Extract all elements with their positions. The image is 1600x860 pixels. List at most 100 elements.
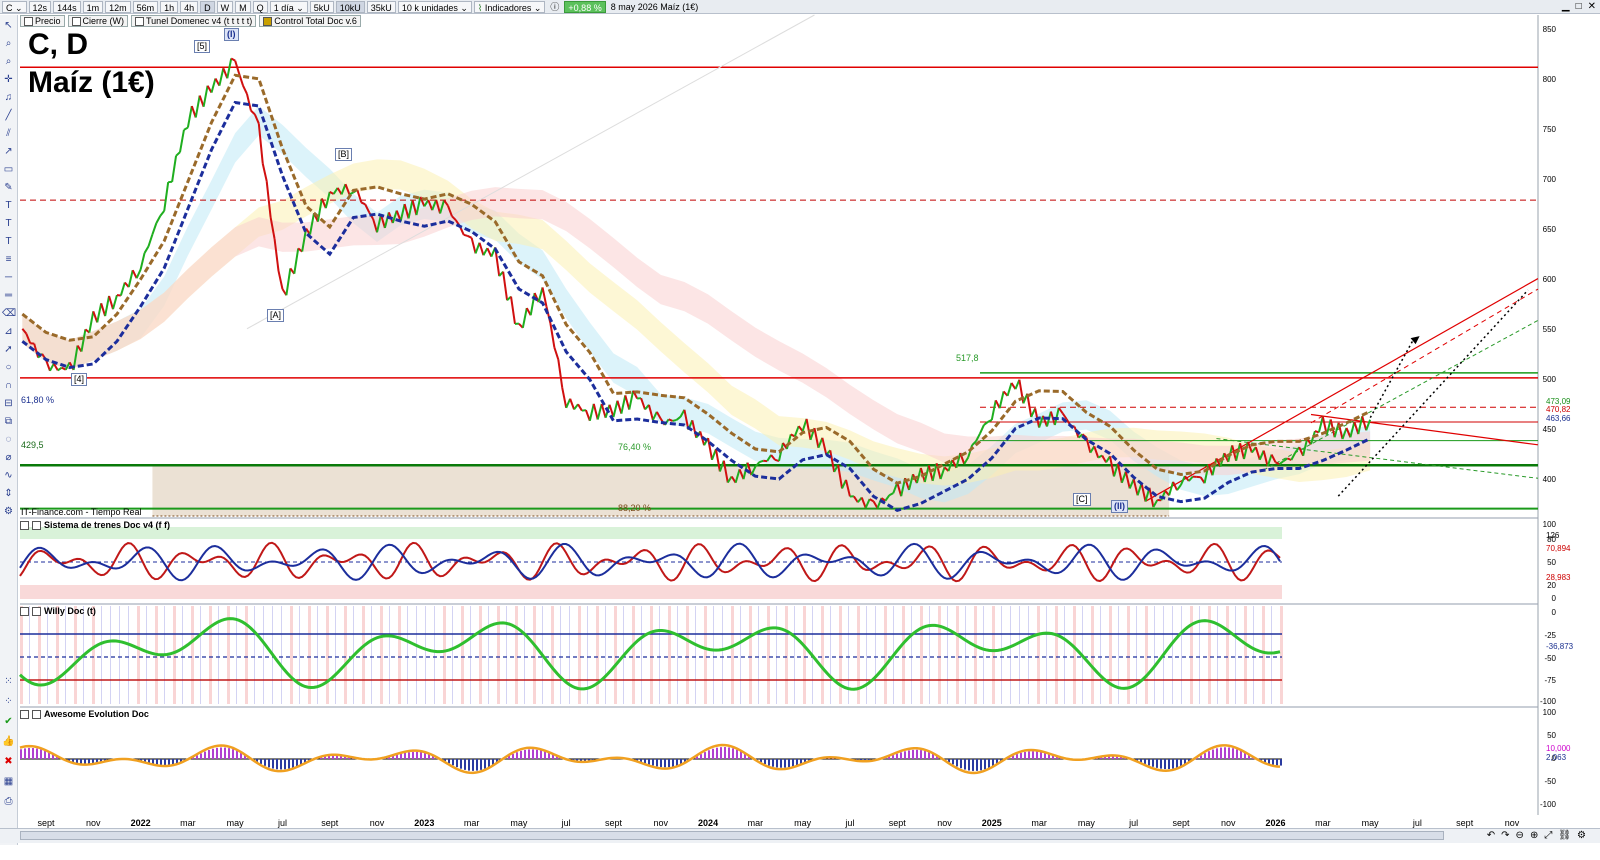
willy-bar [920, 606, 923, 704]
awesome-bar [448, 759, 450, 764]
bottom-tools: ↶ ↷ ⊖ ⊕ ⤢ ⛓ ⚙ [1487, 829, 1586, 842]
willy-bar [668, 606, 671, 704]
wave-label-4: [4] [71, 373, 88, 386]
price-tick: 400 [1542, 475, 1556, 484]
awesome-bar [416, 751, 418, 759]
awesome-bar [20, 749, 22, 759]
willy-bar [308, 606, 311, 704]
willy-bar [146, 606, 147, 704]
trains-tag: 70,894 [1546, 544, 1571, 553]
awesome-bar [1020, 752, 1022, 759]
redo-icon[interactable]: ↷ [1501, 829, 1509, 842]
awesome-bar [1232, 748, 1234, 759]
date-tick: sept [1456, 818, 1474, 828]
awesome-bar [1160, 759, 1162, 769]
price-segment [246, 93, 252, 111]
awesome-bar [904, 751, 906, 759]
awesome-bar [1036, 751, 1038, 759]
willy-bar [245, 606, 248, 704]
willy-bar [461, 606, 464, 704]
willy-bar [1181, 606, 1182, 704]
willy-bar [398, 606, 401, 704]
willy-bar [452, 606, 453, 704]
willy-bar [1046, 606, 1047, 704]
awesome-bar [1268, 759, 1270, 764]
close-pane-icon[interactable] [20, 520, 29, 530]
channel-mid-dash [1310, 288, 1539, 424]
awesome-bar [24, 748, 26, 759]
awesome-bar [220, 747, 222, 759]
willy-bar [1172, 606, 1173, 704]
awesome-bar [84, 759, 86, 764]
willy-bar [389, 606, 390, 704]
date-tick: sept [321, 818, 339, 828]
date-tick: jul [845, 818, 855, 828]
zoom-out-icon[interactable]: ⊖ [1516, 829, 1524, 842]
checkbox-icon [32, 520, 41, 530]
willy-bar [1055, 606, 1058, 704]
chart-title-symbol: C, D [28, 28, 88, 61]
willy-bar [20, 606, 23, 704]
pane-title-willy[interactable]: Willy Doc (t) [20, 606, 96, 616]
willy-bar [983, 606, 984, 704]
willy-bar [317, 606, 318, 704]
undo-icon[interactable]: ↶ [1487, 829, 1495, 842]
willy-bar [731, 606, 734, 704]
awesome-bar [1148, 759, 1150, 766]
willy-bar [1064, 606, 1065, 704]
awesome-bar [292, 759, 294, 768]
price-chart[interactable] [0, 0, 1600, 860]
willy-bar [74, 606, 77, 704]
price-tick: 700 [1542, 175, 1556, 184]
awesome-bar [424, 752, 426, 759]
fib-88-label: 88,20 % [618, 503, 652, 513]
pane-title-trains[interactable]: Sistema de trenes Doc v4 (f f) [20, 520, 170, 530]
awesome-bar [268, 759, 270, 768]
willy-bar [1235, 606, 1236, 704]
willy-bar [974, 606, 977, 704]
close-pane-icon[interactable] [20, 606, 29, 616]
awesome-bar [1228, 747, 1230, 759]
trains-tag: 126 [1546, 531, 1560, 540]
awesome-bar [28, 747, 30, 759]
awesome-bar [412, 751, 414, 759]
price-segment [131, 269, 138, 279]
date-tick: jul [561, 818, 571, 828]
awesome-bar [480, 759, 482, 770]
price-segment [1317, 416, 1324, 433]
awesome-bar [168, 759, 170, 765]
close-pane-icon[interactable] [20, 709, 29, 719]
willy-bar [659, 606, 660, 704]
willy-bar [794, 606, 795, 704]
date-tick: may [510, 818, 528, 828]
awesome-bar [488, 759, 490, 768]
willy-bar [1253, 606, 1254, 704]
chart-settings-icon[interactable]: ⚙ [1577, 829, 1586, 842]
willy-bar [443, 606, 446, 704]
horizontal-scrollbar[interactable] [20, 831, 1444, 840]
date-tick: nov [653, 818, 669, 828]
awesome-bar [1156, 759, 1158, 768]
awesome-bar [908, 750, 910, 759]
willy-bar [407, 606, 408, 704]
date-tick: nov [1504, 818, 1520, 828]
willy-bar [1028, 606, 1029, 704]
willy-bar [1136, 606, 1137, 704]
price-segment [600, 403, 607, 419]
pane-title-awesome[interactable]: Awesome Evolution Doc [20, 709, 149, 719]
zoom-in-icon[interactable]: ⊕ [1530, 829, 1538, 842]
link-icon[interactable]: ⛓ [1558, 829, 1571, 842]
willy-bar [884, 606, 887, 704]
date-tick: sept [1172, 818, 1190, 828]
fit-icon[interactable]: ⤢ [1544, 829, 1552, 842]
willy-bar [263, 606, 264, 704]
price-segment [979, 424, 985, 434]
trains-tick: 100 [1542, 520, 1556, 529]
price-segment [88, 311, 95, 333]
awesome-bar [920, 750, 922, 759]
price-segment [596, 403, 603, 420]
date-tick: mar [180, 818, 196, 828]
awesome-bar [76, 759, 78, 764]
awesome-bar [768, 759, 770, 766]
price-segment [521, 307, 528, 328]
